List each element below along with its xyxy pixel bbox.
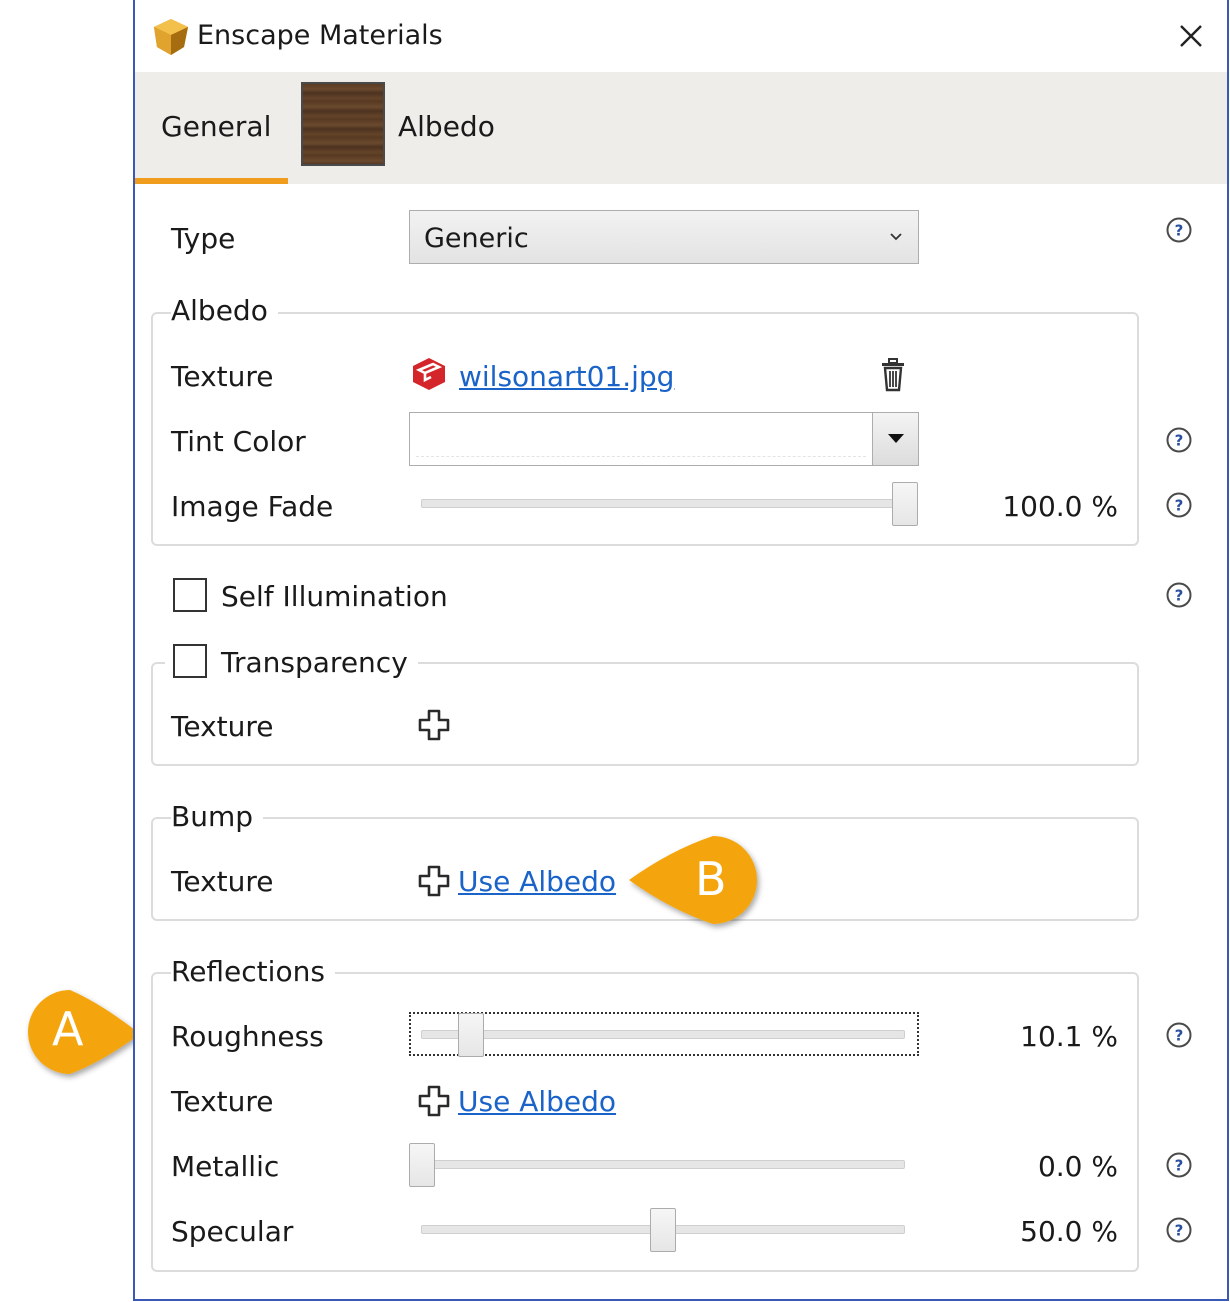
- window-title: Enscape Materials: [197, 20, 443, 51]
- reflections-texture-label: Texture: [171, 1085, 274, 1118]
- trash-icon[interactable]: [879, 358, 907, 392]
- active-tab-indicator: [135, 178, 288, 184]
- roughness-slider-thumb[interactable]: [458, 1013, 484, 1057]
- help-icon-metallic[interactable]: ?: [1165, 1151, 1193, 1179]
- type-label: Type: [171, 222, 236, 255]
- self-illumination-checkbox[interactable]: [173, 578, 207, 612]
- add-texture-icon-bump[interactable]: [417, 864, 451, 898]
- metallic-slider-thumb[interactable]: [409, 1143, 435, 1187]
- transparency-texture-label: Texture: [171, 710, 274, 743]
- tab-albedo[interactable]: Albedo: [398, 110, 495, 143]
- tint-color-label: Tint Color: [171, 425, 306, 458]
- roughness-value: 10.1 %: [1020, 1020, 1118, 1053]
- svg-text:?: ?: [1175, 222, 1184, 240]
- transparency-label: Transparency: [221, 646, 418, 679]
- image-fade-value: 100.0 %: [1002, 490, 1118, 523]
- help-icon-type[interactable]: ?: [1165, 216, 1193, 244]
- albedo-texture-link[interactable]: wilsonart01.jpg: [459, 360, 674, 393]
- self-illumination-label: Self Illumination: [221, 580, 448, 613]
- add-texture-icon-reflections[interactable]: [417, 1084, 451, 1118]
- svg-text:?: ?: [1175, 1157, 1184, 1175]
- bump-group-title: Bump: [171, 800, 264, 833]
- type-dropdown[interactable]: Generic: [409, 210, 919, 264]
- metallic-slider-track[interactable]: [421, 1160, 905, 1169]
- image-fade-label: Image Fade: [171, 490, 334, 523]
- close-icon[interactable]: [1171, 16, 1211, 56]
- specular-slider-thumb[interactable]: [650, 1208, 676, 1252]
- albedo-texture-label: Texture: [171, 360, 274, 393]
- sketchup-file-icon: [413, 358, 445, 390]
- metallic-label: Metallic: [171, 1150, 280, 1183]
- enscape-logo-icon: [154, 19, 188, 55]
- chevron-down-icon: [890, 233, 902, 241]
- albedo-group-title: Albedo: [171, 294, 278, 327]
- tint-color-dropdown-button[interactable]: [872, 413, 918, 465]
- title-bar: Enscape Materials: [135, 0, 1227, 72]
- metallic-value: 0.0 %: [1037, 1150, 1118, 1183]
- help-icon-image-fade[interactable]: ?: [1165, 491, 1193, 519]
- roughness-label: Roughness: [171, 1020, 324, 1053]
- reflections-group-title: Reflections: [171, 955, 335, 988]
- help-icon-self-illumination[interactable]: ?: [1165, 581, 1193, 609]
- help-icon-roughness[interactable]: ?: [1165, 1021, 1193, 1049]
- specular-label: Specular: [171, 1215, 294, 1248]
- roughness-slider-track[interactable]: [421, 1030, 905, 1039]
- image-fade-slider-track[interactable]: [421, 499, 905, 508]
- tab-general[interactable]: General: [135, 72, 288, 184]
- bump-texture-label: Texture: [171, 865, 274, 898]
- svg-text:?: ?: [1175, 497, 1184, 515]
- materials-window: Enscape Materials General Albedo Type Ge…: [133, 0, 1229, 1301]
- add-texture-icon-transparency[interactable]: [417, 708, 451, 742]
- help-icon-specular[interactable]: ?: [1165, 1216, 1193, 1244]
- transparency-checkbox[interactable]: [173, 644, 207, 678]
- albedo-texture-thumbnail[interactable]: [301, 82, 385, 166]
- svg-text:?: ?: [1175, 1222, 1184, 1240]
- image-fade-slider-thumb[interactable]: [892, 482, 918, 526]
- svg-text:?: ?: [1175, 1027, 1184, 1045]
- help-icon-tint[interactable]: ?: [1165, 426, 1193, 454]
- callout-a-letter: A: [52, 1002, 84, 1056]
- tab-bar: General Albedo: [135, 72, 1227, 184]
- dropdown-arrow-icon: [888, 434, 904, 443]
- type-selected-value: Generic: [424, 223, 529, 254]
- tint-color-picker[interactable]: [409, 412, 919, 466]
- tint-color-swatch: [416, 456, 866, 457]
- reflections-use-albedo-link[interactable]: Use Albedo: [458, 1085, 616, 1118]
- tab-general-label: General: [161, 110, 272, 143]
- svg-text:?: ?: [1175, 587, 1184, 605]
- svg-text:?: ?: [1175, 432, 1184, 450]
- callout-b-letter: B: [695, 852, 727, 906]
- specular-value: 50.0 %: [1020, 1215, 1118, 1248]
- bump-use-albedo-link[interactable]: Use Albedo: [458, 865, 616, 898]
